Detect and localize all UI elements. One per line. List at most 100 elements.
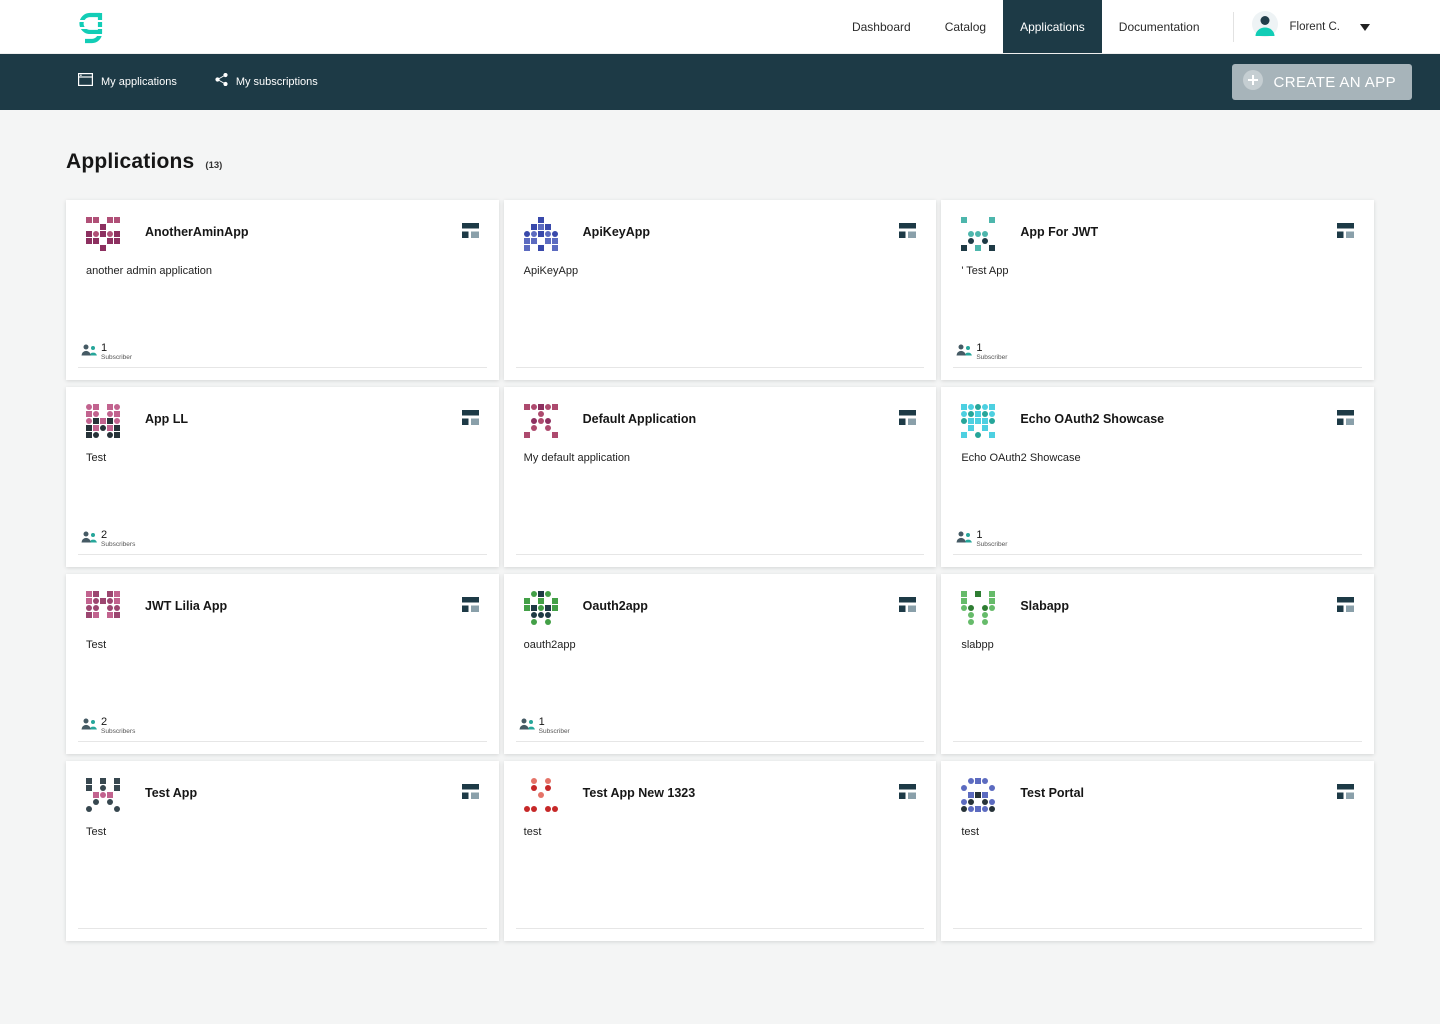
subscriber-count: 2: [101, 717, 135, 728]
app-card[interactable]: Test Portal test: [941, 761, 1374, 941]
app-name: AnotherAminApp: [145, 225, 462, 239]
subscriber-info: 2 Subscribers: [81, 717, 135, 736]
subscriber-count: 1: [976, 343, 1007, 354]
subscriber-count: 2: [101, 530, 135, 541]
subscriber-label: Subscriber: [539, 729, 570, 736]
browser-window-icon: [1337, 223, 1354, 243]
app-description: slabpp: [961, 639, 1354, 651]
tab-my-applications[interactable]: My applications: [78, 73, 177, 91]
subscriber-label: Subscriber: [976, 542, 1007, 549]
subscriber-info: 1 Subscriber: [956, 343, 1007, 362]
browser-window-icon: [899, 223, 916, 243]
card-divider: [78, 367, 487, 368]
app-description: ' Test App: [961, 265, 1354, 277]
card-divider: [516, 741, 925, 742]
browser-window-icon: [1337, 597, 1354, 617]
browser-window-icon: [462, 597, 479, 617]
app-name: Test App: [145, 786, 462, 800]
app-description: Test: [86, 452, 479, 464]
app-description: test: [524, 826, 917, 838]
app-description: Echo OAuth2 Showcase: [961, 452, 1354, 464]
app-identicon: [961, 404, 997, 440]
subscriber-info: 1 Subscriber: [519, 717, 570, 736]
app-name: Slabapp: [1020, 599, 1337, 613]
user-menu[interactable]: Florent C.: [1252, 11, 1440, 42]
subscriber-label: Subscribers: [101, 729, 135, 736]
card-divider: [953, 928, 1362, 929]
app-name: App For JWT: [1020, 225, 1337, 239]
people-icon: [956, 530, 972, 548]
app-identicon: [86, 404, 122, 440]
browser-window-icon: [1337, 784, 1354, 804]
app-card[interactable]: Test App Test: [66, 761, 499, 941]
card-divider: [953, 741, 1362, 742]
app-name: Test App New 1323: [583, 786, 900, 800]
app-identicon: [86, 591, 122, 627]
app-identicon: [524, 591, 560, 627]
card-divider: [953, 367, 1362, 368]
subscriber-label: Subscriber: [101, 355, 132, 362]
subscriber-info: 1 Subscriber: [956, 530, 1007, 549]
app-identicon: [524, 778, 560, 814]
subscriber-info: 2 Subscribers: [81, 530, 135, 549]
app-grid: AnotherAminApp another admin application: [0, 200, 1440, 1001]
nav-item-applications[interactable]: Applications: [1003, 0, 1102, 53]
tab-my-subscriptions[interactable]: My subscriptions: [215, 73, 318, 91]
app-identicon: [86, 778, 122, 814]
apps-window-icon: [78, 73, 93, 91]
subscriber-count: 1: [539, 717, 570, 728]
gravitee-logo[interactable]: [78, 8, 108, 46]
tab-label: My subscriptions: [236, 76, 318, 88]
chevron-down-icon: [1360, 18, 1370, 36]
subscriber-count: 1: [101, 343, 132, 354]
avatar: [1252, 11, 1278, 42]
browser-window-icon: [899, 597, 916, 617]
subscriber-info: 1 Subscriber: [81, 343, 132, 362]
app-identicon: [524, 217, 560, 253]
browser-window-icon: [462, 784, 479, 804]
app-identicon: [86, 217, 122, 253]
app-description: test: [961, 826, 1354, 838]
people-icon: [81, 530, 97, 548]
app-description: Test: [86, 639, 479, 651]
nav-item-catalog[interactable]: Catalog: [928, 0, 1003, 53]
create-app-button[interactable]: CREATE AN APP: [1232, 64, 1412, 100]
app-identicon: [961, 591, 997, 627]
plus-circle-icon: [1242, 69, 1264, 95]
app-name: Test Portal: [1020, 786, 1337, 800]
user-name: Florent C.: [1290, 21, 1341, 33]
people-icon: [956, 343, 972, 361]
app-card[interactable]: Oauth2app oauth2app 1: [504, 574, 937, 754]
main-nav: Dashboard Catalog Applications Documenta…: [835, 0, 1217, 53]
app-identicon: [961, 217, 997, 253]
browser-window-icon: [1337, 410, 1354, 430]
card-divider: [78, 741, 487, 742]
app-card[interactable]: Slabapp slabpp: [941, 574, 1374, 754]
app-card[interactable]: App For JWT ' Test App 1: [941, 200, 1374, 380]
app-card[interactable]: App LL Test 2 Subscrib: [66, 387, 499, 567]
nav-item-documentation[interactable]: Documentation: [1102, 0, 1217, 53]
app-name: App LL: [145, 412, 462, 426]
app-card[interactable]: Default Application My default applicati…: [504, 387, 937, 567]
app-description: My default application: [524, 452, 917, 464]
browser-window-icon: [899, 784, 916, 804]
app-card[interactable]: JWT Lilia App Test 2 S: [66, 574, 499, 754]
applications-count: (13): [205, 160, 222, 171]
people-icon: [81, 343, 97, 361]
app-identicon: [524, 404, 560, 440]
subscriber-count: 1: [976, 530, 1007, 541]
gravitee-logo-icon: [78, 8, 108, 46]
app-card[interactable]: Echo OAuth2 Showcase Echo OAuth2 Showcas…: [941, 387, 1374, 567]
app-card[interactable]: Test App New 1323 test: [504, 761, 937, 941]
app-name: Oauth2app: [583, 599, 900, 613]
card-divider: [516, 367, 925, 368]
create-app-label: CREATE AN APP: [1274, 74, 1396, 91]
app-card[interactable]: AnotherAminApp another admin application: [66, 200, 499, 380]
app-card[interactable]: ApiKeyApp ApiKeyApp: [504, 200, 937, 380]
app-description: another admin application: [86, 265, 479, 277]
page-title: Applications: [66, 150, 194, 174]
nav-item-dashboard[interactable]: Dashboard: [835, 0, 928, 53]
app-name: JWT Lilia App: [145, 599, 462, 613]
browser-window-icon: [899, 410, 916, 430]
top-header: Dashboard Catalog Applications Documenta…: [0, 0, 1440, 54]
